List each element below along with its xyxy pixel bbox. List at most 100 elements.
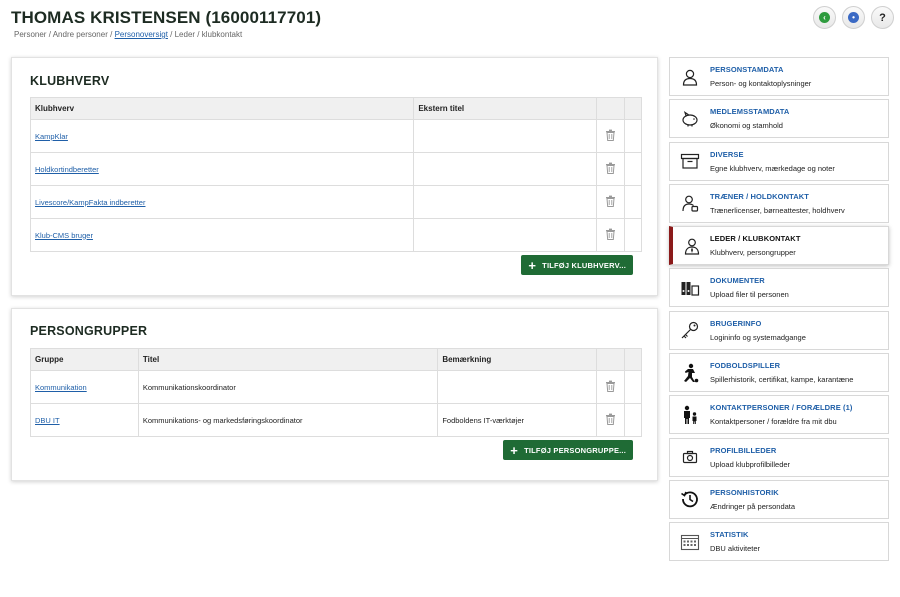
nav-item-subtitle: Upload filer til personen xyxy=(710,290,789,300)
info-icon: • xyxy=(848,12,859,23)
nav-item-title: DIVERSE xyxy=(710,149,744,159)
column-header-titel: Titel xyxy=(138,348,439,371)
delete-row-button[interactable] xyxy=(596,185,625,219)
calendar-icon xyxy=(670,533,710,551)
nav-item-træner-holdkontakt[interactable]: TRÆNER / HOLDKONTAKT Trænerlicenser, børn… xyxy=(669,183,889,223)
delete-row-button[interactable] xyxy=(596,403,625,437)
klubhverv-heading: KLUBHVERV xyxy=(30,74,110,88)
nav-item-fodboldspiller[interactable]: FODBOLDSPILLER Spillerhistorik, certifika… xyxy=(669,353,889,393)
trash-icon xyxy=(605,413,616,427)
klubhverv-link[interactable]: Holdkortindberetter xyxy=(35,165,99,174)
leader-icon xyxy=(673,237,710,255)
ekstern-titel-cell xyxy=(413,185,598,219)
breadcrumb-item-personer: Personer xyxy=(14,30,47,39)
table-row: KampKlar xyxy=(30,119,642,153)
nav-item-title: PERSONSTAMDATA xyxy=(710,65,784,74)
key-icon xyxy=(670,321,710,339)
nav-item-leder-klubkontakt[interactable]: LEDER / KLUBKONTAKT Klubhverv, persongrup… xyxy=(669,226,889,266)
delete-row-button[interactable] xyxy=(596,370,625,404)
gruppe-link[interactable]: DBU IT xyxy=(35,416,60,425)
delete-row-button[interactable] xyxy=(596,218,625,252)
question-mark-icon: ? xyxy=(879,11,886,24)
add-klubhverv-label: TILFØJ KLUBHVERV... xyxy=(542,260,626,270)
nav-item-subtitle: DBU aktiviteter xyxy=(710,544,761,554)
column-header-klubhverv: Klubhverv xyxy=(30,97,415,120)
nav-item-statistik[interactable]: STATISTIK DBU aktiviteter xyxy=(669,522,889,562)
nav-item-title: STATISTIK xyxy=(710,530,749,540)
nav-item-personhistorik[interactable]: PERSONHISTORIK Ændringer på persondata xyxy=(669,479,889,519)
trash-icon xyxy=(605,380,616,394)
nav-item-title: FODBOLDSPILLER xyxy=(710,361,781,371)
nav-item-subtitle: Kontaktpersoner / forældre fra mit dbu xyxy=(710,417,837,427)
nav-item-title: KONTAKTPERSONER / FORÆLDRE (1) xyxy=(710,403,853,413)
nav-item-title: PROFILBILLEDER xyxy=(710,445,777,455)
ekstern-titel-cell xyxy=(413,218,598,252)
add-persongruppe-label: TILFØJ PERSONGRUPPE... xyxy=(524,445,626,455)
add-persongruppe-button[interactable]: + TILFØJ PERSONGRUPPE... xyxy=(503,440,633,460)
nav-item-brugerinfo[interactable]: BRUGERINFO Logininfo og systemadgange xyxy=(669,310,889,350)
table-header-row: Gruppe Titel Bemærkning xyxy=(30,348,642,371)
delete-row-button[interactable] xyxy=(596,152,625,186)
binders-icon xyxy=(670,280,710,296)
klubhverv-link[interactable]: Klub-CMS bruger xyxy=(35,231,93,240)
plus-icon: + xyxy=(510,442,519,458)
person-icon xyxy=(670,68,710,86)
trash-icon xyxy=(605,129,616,143)
table-header-row: Klubhverv Ekstern titel xyxy=(30,97,642,120)
table-row: DBU IT Kommunikations- og markedsføringsk… xyxy=(30,403,642,437)
table-row: Holdkortindberetter xyxy=(30,152,642,186)
piggy-bank-icon xyxy=(670,110,710,127)
info-button[interactable]: • xyxy=(842,6,865,29)
archive-box-icon xyxy=(670,153,710,169)
nav-item-subtitle: Logininfo og systemadgange xyxy=(710,332,806,342)
nav-item-subtitle: Person- og kontaktoplysninger xyxy=(710,79,812,88)
nav-item-diverse[interactable]: DIVERSE Egne klubhverv, mærkedage og note… xyxy=(669,141,889,181)
klubhverv-panel: KLUBHVERV Klubhverv Ekstern titel KampKl… xyxy=(11,57,658,296)
page-title: THOMAS KRISTENSEN (16000117701) xyxy=(11,8,322,27)
table-row: Kommunikation Kommunikationskoordinator xyxy=(30,370,642,404)
parent-child-icon xyxy=(670,405,710,425)
titel-cell: Kommunikations- og markedsføringskoordin… xyxy=(138,403,439,437)
bemaerkning-cell xyxy=(437,370,598,404)
history-icon xyxy=(670,489,710,509)
column-header-bemaerkning: Bemærkning xyxy=(437,348,598,371)
delete-row-button[interactable] xyxy=(596,119,625,153)
table-row: Klub-CMS bruger xyxy=(30,218,642,252)
nav-item-title: TRÆNER / HOLDKONTAKT xyxy=(710,191,809,201)
coach-icon xyxy=(670,194,710,212)
back-button[interactable]: ‹ xyxy=(813,6,836,29)
gruppe-link[interactable]: Kommunikation xyxy=(35,383,87,392)
nav-item-subtitle: Egne klubhverv, mærkedage og noter xyxy=(710,163,835,173)
breadcrumb-link-personoversigt[interactable]: Personoversigt xyxy=(115,30,168,39)
ekstern-titel-cell xyxy=(413,152,598,186)
persongrupper-heading: PERSONGRUPPER xyxy=(30,324,148,338)
plus-icon: + xyxy=(528,257,537,273)
nav-item-title: BRUGERINFO xyxy=(710,318,762,328)
trash-icon xyxy=(605,195,616,209)
breadcrumb-item-current: Leder / klubkontakt xyxy=(174,30,243,39)
add-klubhverv-button[interactable]: + TILFØJ KLUBHVERV... xyxy=(521,255,633,275)
nav-item-kontaktpersoner-forældre-1[interactable]: KONTAKTPERSONER / FORÆLDRE (1) Kontaktper… xyxy=(669,395,889,435)
titel-cell: Kommunikationskoordinator xyxy=(138,370,439,404)
nav-item-title: PERSONHISTORIK xyxy=(710,487,779,497)
nav-item-title: LEDER / KLUBKONTAKT xyxy=(710,234,801,244)
camera-icon xyxy=(670,450,710,464)
persongrupper-table: Gruppe Titel Bemærkning Kommunikation Kom… xyxy=(30,348,642,437)
nav-item-title: MEDLEMSSTAMDATA xyxy=(710,107,790,117)
klubhverv-link[interactable]: KampKlar xyxy=(35,132,68,141)
nav-item-subtitle: Upload klubprofilbilleder xyxy=(710,459,791,469)
help-button[interactable]: ? xyxy=(871,6,894,29)
nav-item-subtitle: Økonomi og stamhold xyxy=(710,121,783,131)
nav-item-subtitle: Spillerhistorik, certifikat, kampe, kara… xyxy=(710,375,854,385)
nav-item-profilbilleder[interactable]: PROFILBILLEDER Upload klubprofilbilleder xyxy=(669,437,889,477)
nav-item-medlemsstamdata[interactable]: MEDLEMSSTAMDATA Økonomi og stamhold xyxy=(669,99,889,139)
klubhverv-link[interactable]: Livescore/KampFakta indberetter xyxy=(35,198,145,207)
nav-item-title: DOKUMENTER xyxy=(710,276,765,286)
trash-icon xyxy=(605,162,616,176)
nav-item-dokumenter[interactable]: DOKUMENTER Upload filer til personen xyxy=(669,268,889,308)
nav-item-personstamdata[interactable]: PERSONSTAMDATA Person- og kontaktoplysnin… xyxy=(669,57,889,96)
nav-item-subtitle: Trænerlicenser, børneattester, holdhverv xyxy=(710,205,845,215)
table-row: Livescore/KampFakta indberetter xyxy=(30,185,642,219)
football-player-icon xyxy=(670,363,710,383)
breadcrumb: Personer / Andre personer / Personoversi… xyxy=(14,30,243,39)
